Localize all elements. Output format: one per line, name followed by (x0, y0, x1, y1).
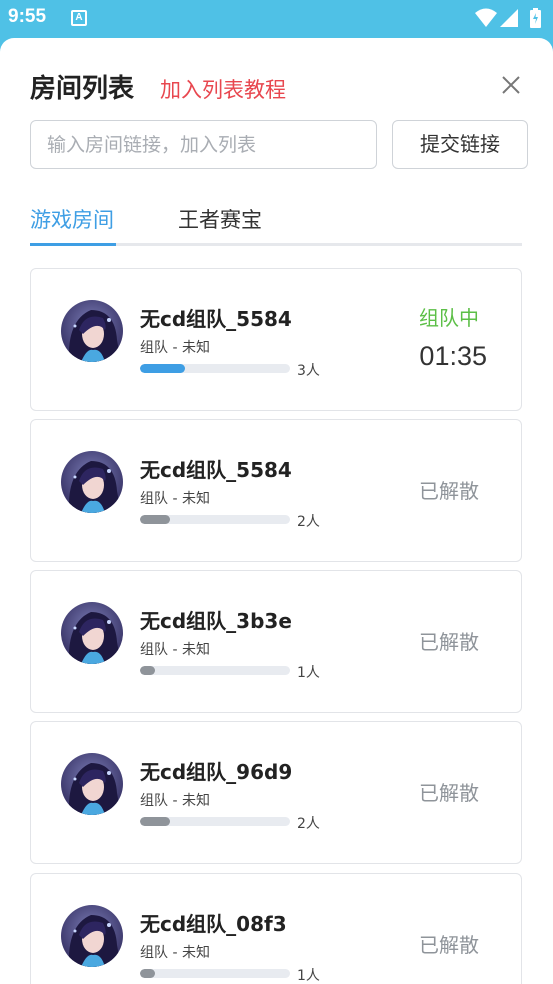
tab-bar: 游戏房间 王者赛宝 (30, 198, 522, 246)
room-avatar (61, 602, 123, 664)
room-subtitle: 组队 - 未知 (140, 491, 210, 507)
room-subtitle: 组队 - 未知 (140, 642, 210, 658)
room-status: 已解散 (419, 933, 479, 957)
room-subtitle: 组队 - 未知 (140, 793, 210, 809)
room-status: 组队中 (419, 306, 479, 330)
tab-game-rooms[interactable]: 游戏房间 (30, 204, 114, 234)
room-card[interactable]: 无cd组队_08f3 组队 - 未知 1人 已解散 (30, 873, 522, 984)
room-name: 无cd组队_5584 (140, 458, 292, 482)
battery-icon (530, 8, 541, 28)
member-progress-fill (140, 969, 155, 978)
signal-icon (500, 9, 518, 27)
room-status: 已解散 (419, 781, 479, 805)
member-progress-bar (140, 666, 290, 675)
notification-icon: A (71, 10, 87, 26)
submit-link-button[interactable]: 提交链接 (392, 120, 528, 169)
room-card[interactable]: 无cd组队_96d9 组队 - 未知 2人 已解散 (30, 721, 522, 864)
room-avatar (61, 300, 123, 362)
member-progress-fill (140, 515, 170, 524)
tab-king-treasure[interactable]: 王者赛宝 (178, 204, 262, 234)
room-status: 已解散 (419, 479, 479, 503)
room-name: 无cd组队_3b3e (140, 609, 292, 633)
room-avatar (61, 753, 123, 815)
member-progress-fill (140, 666, 155, 675)
member-progress-bar (140, 364, 290, 373)
member-progress-bar (140, 515, 290, 524)
room-avatar (61, 905, 123, 967)
room-link-input[interactable] (30, 120, 377, 169)
wifi-icon (475, 8, 497, 27)
member-progress-fill (140, 817, 170, 826)
room-name: 无cd组队_08f3 (140, 912, 287, 936)
room-status: 已解散 (419, 630, 479, 654)
room-card[interactable]: 无cd组队_5584 组队 - 未知 2人 已解散 (30, 419, 522, 562)
status-bar: 9:55 A (0, 0, 553, 38)
member-count: 1人 (297, 665, 320, 681)
room-avatar (61, 451, 123, 513)
member-count: 1人 (297, 968, 320, 984)
room-list-panel: 房间列表 加入列表教程 提交链接 游戏房间 王者赛宝 无cd组队_5584 组队… (0, 38, 553, 984)
status-time: 9:55 (8, 6, 47, 27)
member-progress-fill (140, 364, 185, 373)
tutorial-link[interactable]: 加入列表教程 (160, 74, 286, 104)
member-progress-bar (140, 969, 290, 978)
room-card[interactable]: 无cd组队_3b3e 组队 - 未知 1人 已解散 (30, 570, 522, 713)
room-name: 无cd组队_96d9 (140, 760, 293, 784)
page-title: 房间列表 (30, 74, 135, 104)
room-name: 无cd组队_5584 (140, 307, 292, 331)
member-count: 2人 (297, 514, 320, 530)
close-icon[interactable] (500, 74, 522, 96)
member-progress-bar (140, 817, 290, 826)
room-timer: 01:35 (419, 341, 487, 371)
room-subtitle: 组队 - 未知 (140, 340, 210, 356)
room-card[interactable]: 无cd组队_5584 组队 - 未知 3人 组队中 01:35 (30, 268, 522, 411)
member-count: 2人 (297, 816, 320, 832)
active-tab-indicator (30, 243, 116, 246)
room-subtitle: 组队 - 未知 (140, 945, 210, 961)
member-count: 3人 (297, 363, 320, 379)
